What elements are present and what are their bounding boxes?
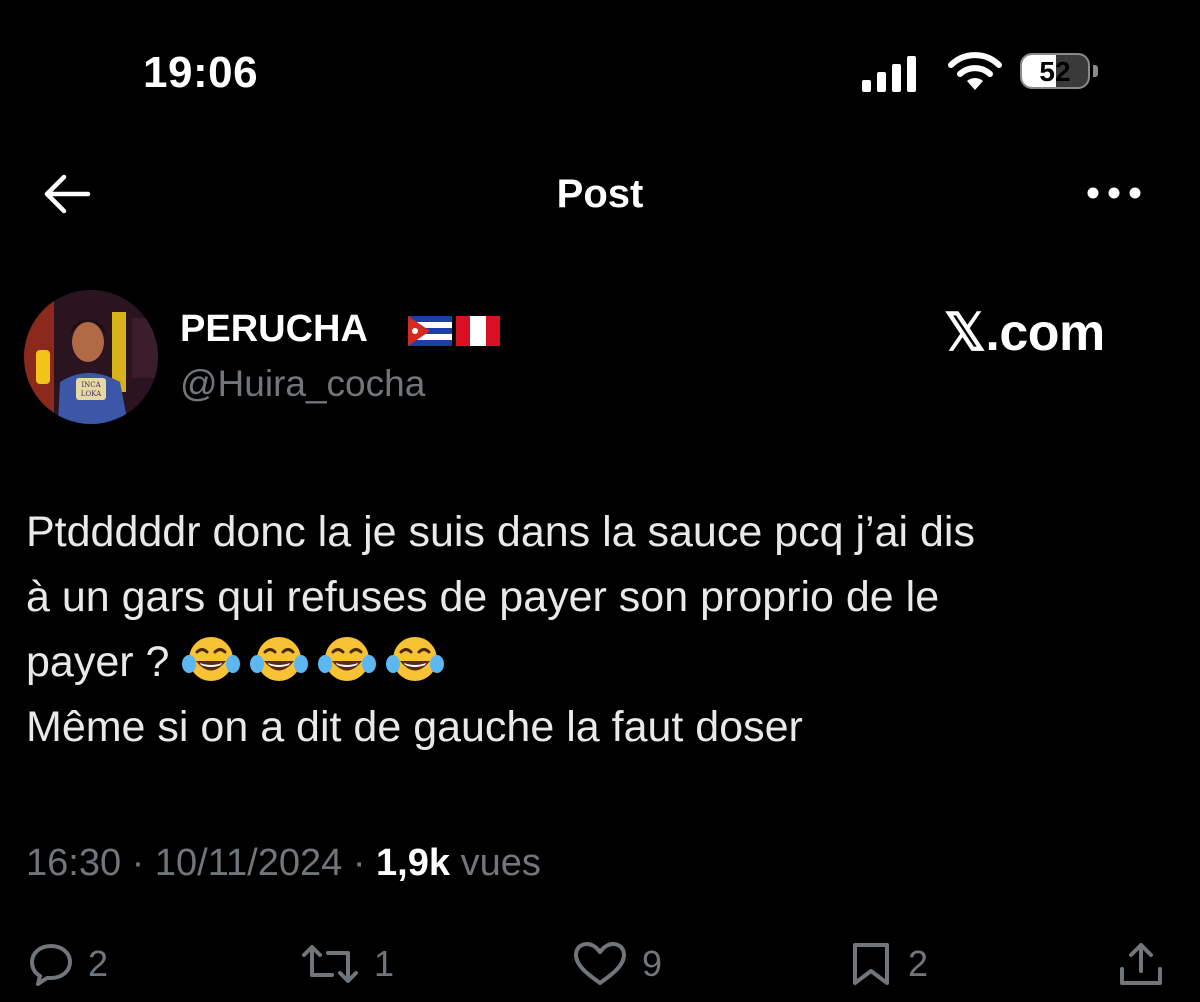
views-count[interactable]: 1,9k xyxy=(376,842,450,884)
bookmark-count: 2 xyxy=(908,943,929,984)
wifi-icon xyxy=(948,52,1002,90)
avatar[interactable]: INCA LOKA xyxy=(24,290,158,424)
flags xyxy=(408,316,500,346)
like-button[interactable]: 9 xyxy=(572,936,662,992)
page-title: Post xyxy=(556,172,644,216)
avatar-text-loka: LOKA xyxy=(81,390,102,398)
like-count: 9 xyxy=(642,943,663,984)
share-button[interactable] xyxy=(1118,936,1164,992)
repost-icon xyxy=(302,945,358,983)
reply-button[interactable]: 2 xyxy=(28,936,108,992)
face-with-tears-of-joy-icon xyxy=(182,637,241,681)
display-name[interactable]: PERUCHA xyxy=(180,308,368,351)
reply-count: 2 xyxy=(88,943,109,984)
repost-button[interactable]: 1 xyxy=(300,936,394,992)
views-label: vues xyxy=(460,842,541,884)
cuba-flag-icon xyxy=(408,316,452,346)
tweet-line: à un gars qui refuses de payer son propr… xyxy=(26,573,940,621)
tweet-time: 16:30 xyxy=(26,842,122,884)
heart-icon xyxy=(574,942,626,985)
tweet-text: Ptdddddr donc la je suis dans la sauce p… xyxy=(26,500,1186,760)
face-with-tears-of-joy-icon xyxy=(318,637,377,681)
avatar-text-inca: INCA xyxy=(81,381,101,389)
face-with-tears-of-joy-icon xyxy=(250,637,309,681)
cellular-signal-icon xyxy=(862,52,932,92)
peru-flag-icon xyxy=(456,316,500,346)
tweet-line: payer ? xyxy=(26,638,170,686)
status-time: 19:06 xyxy=(143,48,259,97)
battery-icon: 52 xyxy=(1020,52,1100,92)
meta-separator: · xyxy=(131,842,145,884)
more-options-icon[interactable] xyxy=(1086,178,1142,208)
face-with-tears-of-joy-icon xyxy=(386,637,445,681)
status-icons: 52 xyxy=(862,52,1112,96)
battery-percentage: 52 xyxy=(1039,56,1071,87)
meta-separator: · xyxy=(352,842,366,884)
tweet-date: 10/11/2024 xyxy=(154,842,343,884)
tweet-line: Même si on a dit de gauche la faut doser xyxy=(26,703,803,751)
tweet-line: Ptdddddr donc la je suis dans la sauce p… xyxy=(26,508,975,556)
tweet-line-with-emoji: payer ? xyxy=(26,630,1186,695)
bookmark-button[interactable]: 2 xyxy=(848,936,928,992)
bookmark-icon xyxy=(853,943,889,985)
repost-count: 1 xyxy=(374,943,395,984)
share-icon xyxy=(1120,943,1162,985)
x-watermark: 𝕏.com xyxy=(944,304,1105,362)
user-handle[interactable]: @Huira_cocha xyxy=(180,363,425,405)
tweet-meta: 16:30 · 10/11/2024 · 1,9k vues xyxy=(26,842,541,885)
reply-icon xyxy=(30,944,72,986)
